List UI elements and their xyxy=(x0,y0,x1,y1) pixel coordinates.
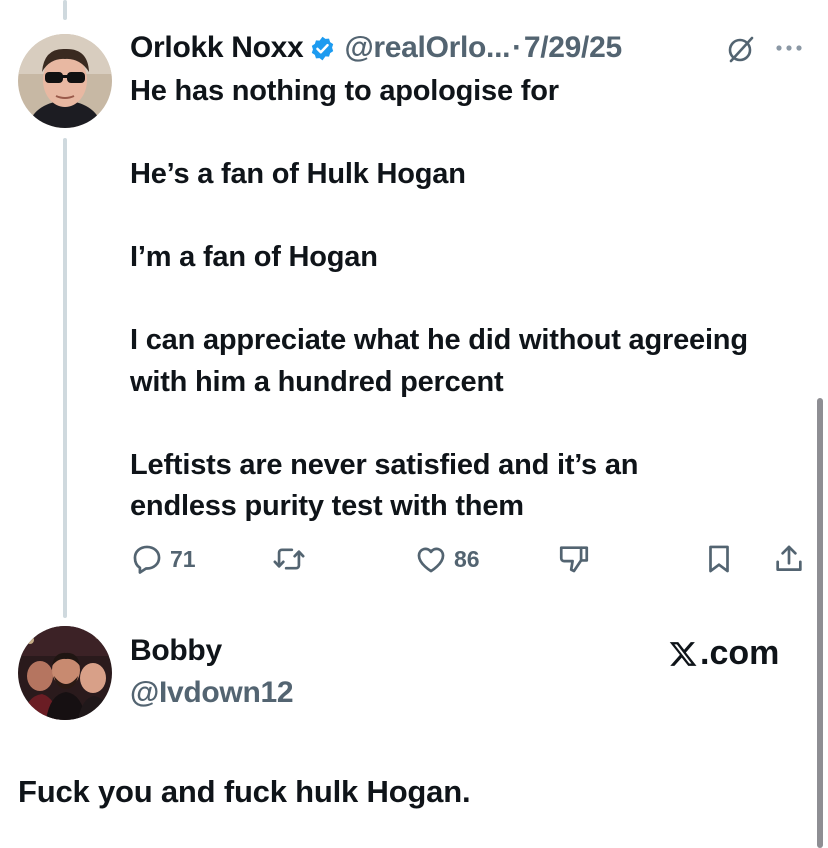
dislike-button[interactable] xyxy=(557,539,591,579)
tweet-paragraph: I can appreciate what he did without agr… xyxy=(130,324,748,398)
reply-button[interactable]: 71 xyxy=(130,539,196,579)
tweet-paragraph: Leftists are never satisfied and it’s an… xyxy=(130,448,639,523)
bookmark-icon xyxy=(709,545,729,573)
bookmark-button[interactable] xyxy=(702,539,736,579)
author-avatar[interactable] xyxy=(18,34,112,128)
reply-author-avatar[interactable] xyxy=(18,626,112,720)
share-button[interactable] xyxy=(772,539,806,579)
thread-line-middle xyxy=(63,138,67,618)
tweet-body: He has nothing to apologise for He’s a f… xyxy=(130,71,750,528)
reply-icon xyxy=(133,545,161,574)
reply-count: 71 xyxy=(170,545,196,572)
reply-author-handle[interactable]: @Ivdown12 xyxy=(130,676,294,710)
heart-icon xyxy=(417,547,445,573)
retweet-icon xyxy=(273,548,305,570)
tweet-paragraph: I’m a fan of Hogan xyxy=(130,241,378,273)
thread-line-top xyxy=(63,0,67,20)
watermark-text: .com xyxy=(700,634,780,672)
verified-badge-icon xyxy=(309,35,336,62)
share-icon xyxy=(776,545,802,571)
tweet-date[interactable]: 7/29/25 xyxy=(524,31,622,65)
tweet-header: Orlokk Noxx @realOrlo... · 7/29/25 xyxy=(130,27,622,69)
header-separator: · xyxy=(512,31,522,64)
retweet-button[interactable] xyxy=(272,539,306,579)
author-name[interactable]: Orlokk Noxx xyxy=(130,31,304,65)
reply-body: Fuck you and fuck hulk Hogan. xyxy=(18,774,471,809)
reply-author-name[interactable]: Bobby xyxy=(130,634,222,668)
author-handle[interactable]: @realOrlo... xyxy=(344,31,510,65)
x-logo-icon xyxy=(669,641,697,666)
x-watermark: .com xyxy=(668,634,779,673)
like-button[interactable]: 86 xyxy=(414,539,480,579)
like-count: 86 xyxy=(454,545,480,572)
more-icon[interactable] xyxy=(774,38,804,58)
dislike-icon xyxy=(559,546,589,573)
scrollbar[interactable] xyxy=(817,398,823,848)
grok-icon[interactable] xyxy=(725,33,757,65)
tweet-paragraph: He’s a fan of Hulk Hogan xyxy=(130,158,466,190)
tweet-paragraph: He has nothing to apologise for xyxy=(130,75,559,107)
